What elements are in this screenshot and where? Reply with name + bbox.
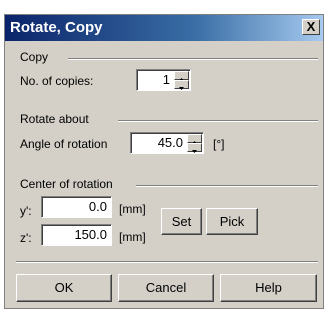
z-value: 150.0 xyxy=(74,227,107,242)
cancel-button[interactable]: Cancel xyxy=(118,274,214,302)
angle-spin-down[interactable] xyxy=(187,143,202,153)
z-label: z': xyxy=(20,231,32,245)
ok-button[interactable]: OK xyxy=(16,274,112,302)
copies-spinner[interactable] xyxy=(174,71,189,90)
arrow-down-icon xyxy=(192,150,197,153)
ok-button-label: OK xyxy=(54,280,74,295)
pick-button[interactable]: Pick xyxy=(206,208,258,235)
y-value: 0.0 xyxy=(88,199,107,214)
copies-spin-down[interactable] xyxy=(174,80,189,90)
dialog-title: Rotate, Copy xyxy=(10,19,103,36)
angle-input[interactable]: 45.0 xyxy=(130,132,204,154)
set-button[interactable]: Set xyxy=(161,208,202,235)
help-button-label: Help xyxy=(255,280,282,295)
rotate-copy-dialog: Rotate, Copy X Copy No. of copies: 1 Rot… xyxy=(4,14,324,309)
footer-divider xyxy=(16,261,318,263)
arrow-down-icon xyxy=(179,87,184,90)
help-button[interactable]: Help xyxy=(220,274,317,302)
z-input[interactable]: 150.0 xyxy=(41,224,112,246)
rotate-group-label: Rotate about xyxy=(20,112,89,126)
close-button[interactable]: X xyxy=(302,19,320,35)
z-unit: [mm] xyxy=(119,230,146,244)
set-button-label: Set xyxy=(171,214,192,229)
copy-group-divider xyxy=(68,58,318,60)
copy-group-label: Copy xyxy=(20,50,49,64)
copies-label: No. of copies: xyxy=(20,74,94,88)
center-group-divider xyxy=(136,185,318,187)
copies-input[interactable]: 1 xyxy=(136,69,191,91)
y-input[interactable]: 0.0 xyxy=(41,196,112,218)
y-label: y': xyxy=(20,204,32,218)
copies-spin-up[interactable] xyxy=(174,71,189,81)
title-bar[interactable]: Rotate, Copy X xyxy=(5,15,323,41)
rotate-group-divider xyxy=(118,120,318,122)
angle-unit: [°] xyxy=(213,137,225,151)
copies-value: 1 xyxy=(162,72,170,87)
angle-spin-up[interactable] xyxy=(187,134,202,144)
center-group-label: Center of rotation xyxy=(20,177,113,191)
angle-label: Angle of rotation xyxy=(20,137,108,151)
cancel-button-label: Cancel xyxy=(145,280,187,295)
angle-spinner[interactable] xyxy=(187,134,202,153)
y-unit: [mm] xyxy=(119,202,146,216)
pick-button-label: Pick xyxy=(219,214,245,229)
angle-value: 45.0 xyxy=(157,135,183,150)
close-icon: X xyxy=(306,19,316,34)
